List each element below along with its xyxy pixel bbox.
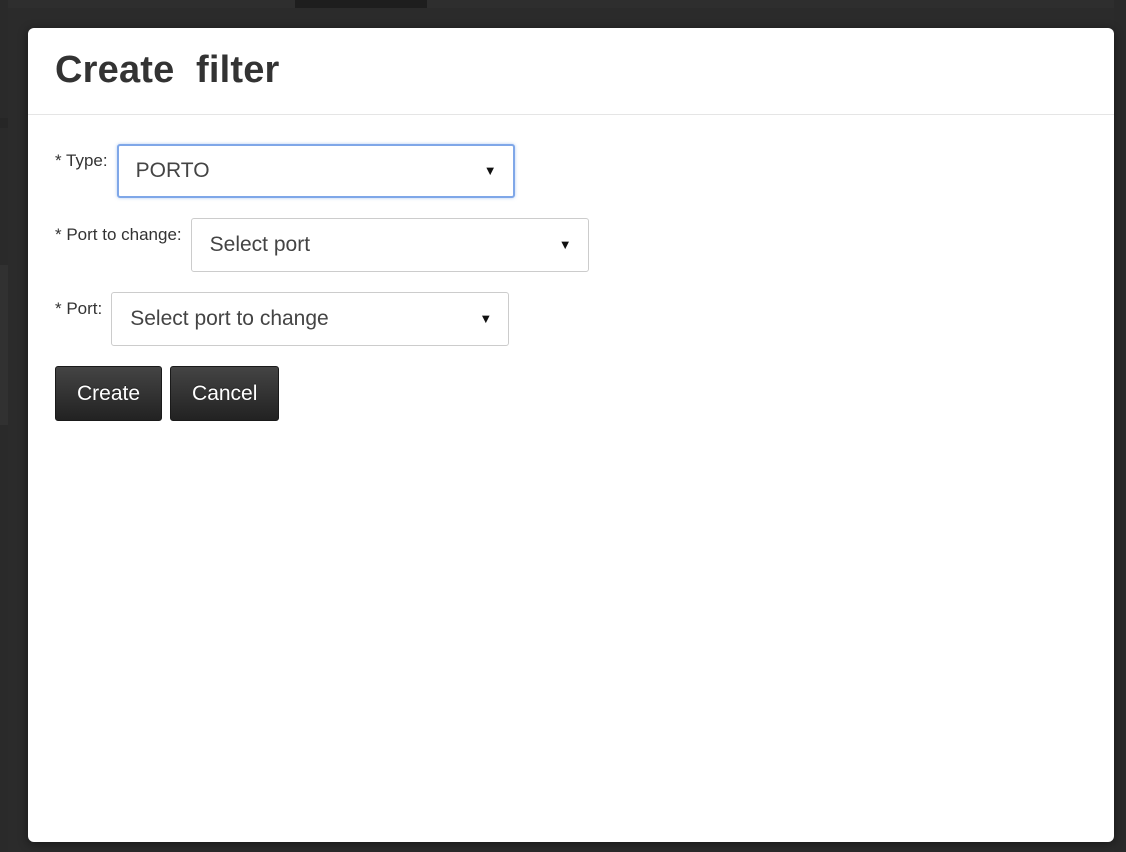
form-actions: Create Cancel (55, 366, 1087, 421)
modal-title: Create filter (55, 49, 280, 91)
port-select[interactable]: Select port to change ▼ (111, 292, 510, 346)
type-select-value: PORTO (135, 159, 210, 182)
create-button[interactable]: Create (55, 366, 163, 421)
background-top-bar (0, 0, 1126, 8)
port-to-change-select[interactable]: Select port ▼ (190, 218, 589, 272)
cancel-button[interactable]: Cancel (170, 366, 280, 421)
port-to-change-row: * Port to change: Select port ▼ (55, 218, 1087, 272)
port-select-value: Select port to change (130, 307, 329, 330)
caret-down-icon: ▼ (558, 236, 572, 252)
background-right (1114, 0, 1126, 852)
modal-header: Create filter (28, 28, 1114, 115)
background-stripe (0, 265, 8, 425)
port-to-change-label: * Port to change: (55, 225, 182, 244)
caret-down-icon: ▼ (479, 310, 493, 326)
port-row: * Port: Select port to change ▼ (55, 292, 1087, 346)
caret-down-icon: ▼ (483, 162, 497, 178)
type-row: * Type: PORTO ▼ (55, 144, 1087, 198)
type-label: * Type: (55, 151, 108, 170)
background-stripe (0, 118, 8, 128)
create-filter-modal: Create filter * Type: PORTO ▼ * Port to … (28, 28, 1114, 842)
port-to-change-select-value: Select port (209, 233, 311, 256)
port-label: * Port: (55, 299, 103, 318)
type-select[interactable]: PORTO ▼ (116, 144, 515, 198)
modal-body: * Type: PORTO ▼ * Port to change: Select… (28, 115, 1114, 421)
background-tab (295, 0, 427, 8)
